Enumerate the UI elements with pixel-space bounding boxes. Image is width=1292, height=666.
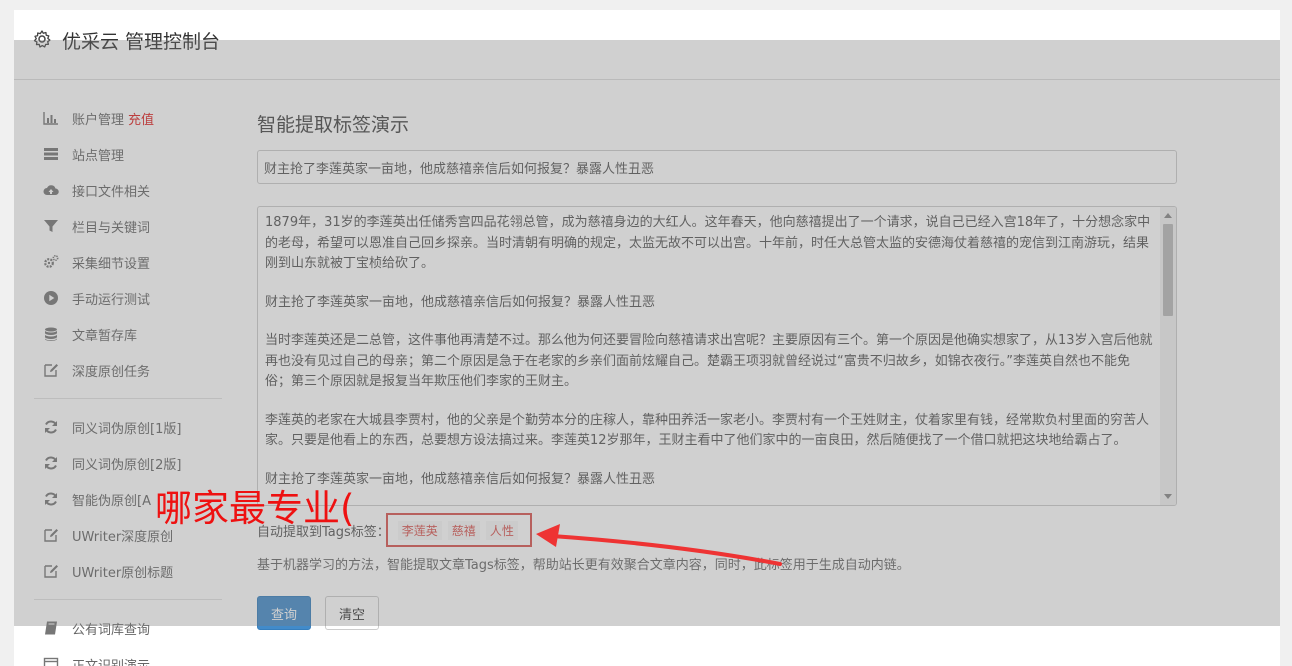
tag-item: 人性 [485, 520, 518, 540]
sidebar-item-label: 同义词伪原创[1版] [72, 421, 182, 437]
gear-icon [33, 30, 51, 48]
article-body-textarea[interactable]: 1879年，31岁的李莲英出任储秀宫四品花翎总管，成为慈禧身边的大红人。这年春天… [257, 206, 1177, 506]
sidebar-item-label: 正文识别演示 [72, 658, 151, 666]
scrollbar-thumb[interactable] [1163, 224, 1173, 316]
scroll-up-arrow-icon[interactable] [1164, 213, 1172, 218]
edit-icon [42, 362, 60, 378]
sidebar-item-label: 栏目与关键词 [72, 220, 151, 236]
sidebar-item-label: 站点管理 [72, 148, 125, 164]
textarea-scrollbar[interactable] [1160, 207, 1176, 505]
sidebar-item[interactable]: 同义词伪原创[2版] [34, 445, 222, 481]
sidebar-item[interactable]: 正文识别演示 [34, 646, 222, 666]
article-paragraph: 财主抢了李莲英家一亩地，他成慈禧亲信后如何报复？暴露人性丑恶 [265, 471, 656, 487]
sidebar-item[interactable]: 深度原创任务 [34, 352, 222, 388]
sidebar-item-label: 文章暂存库 [72, 328, 138, 344]
window-icon [42, 656, 60, 666]
sidebar-item[interactable]: 文章暂存库 [34, 316, 222, 352]
tag-item: 慈禧 [447, 520, 480, 540]
sidebar-item-label: 公有词库查询 [72, 622, 151, 638]
server-icon [42, 146, 60, 162]
article-paragraph: 当时李莲英还是二总管，这件事他再清楚不过。那么他为何还要冒险向慈禧请求出宫呢？主… [265, 333, 1153, 389]
refresh-icon [42, 455, 60, 471]
recharge-link[interactable]: 充值 [128, 109, 154, 128]
header: 优采云 管理控制台 [14, 10, 1280, 80]
annotation-arrow-icon [536, 524, 782, 566]
sidebar-item[interactable]: 公有词库查询 [34, 610, 222, 646]
sidebar-item[interactable]: 接口文件相关 [34, 172, 222, 208]
article-paragraph: 1879年，31岁的李莲英出任储秀宫四品花翎总管，成为慈禧身边的大红人。这年春天… [265, 215, 1151, 271]
sidebar-item-label: 智能伪原创[A [72, 493, 151, 509]
scroll-down-arrow-icon[interactable] [1164, 494, 1172, 499]
sidebar: 账户管理 充值站点管理接口文件相关 栏目与关键词 采集细节设置 手动运行测试 文章暂存库深… [34, 100, 222, 666]
action-buttons: 查询 清空 [257, 596, 1177, 630]
annotation-text: 哪家最专业( [155, 487, 355, 530]
query-button[interactable]: 查询 [257, 596, 311, 630]
book-icon [42, 620, 60, 636]
sidebar-item[interactable]: UWriter原创标题 [34, 553, 222, 589]
refresh-icon [42, 419, 60, 435]
sidebar-group-tools: 公有词库查询正文识别演示 [34, 610, 222, 666]
article-paragraph: 财主抢了李莲英家一亩地，他成慈禧亲信后如何报复？暴露人性丑恶 [265, 294, 656, 310]
sidebar-item-label: 账户管理 [72, 112, 125, 128]
sidebar-group-main: 账户管理 充值站点管理接口文件相关 栏目与关键词 采集细节设置 手动运行测试 文章暂存库深… [34, 100, 222, 388]
database-icon [42, 326, 60, 342]
tag-item: 李莲英 [397, 520, 442, 540]
sidebar-item[interactable]: 栏目与关键词 [34, 208, 222, 244]
sidebar-divider [34, 398, 222, 399]
cogs-icon [42, 254, 60, 270]
sidebar-item-label: UWriter原创标题 [72, 565, 174, 581]
sidebar-item-label: 接口文件相关 [72, 184, 151, 200]
sidebar-item-label: 手动运行测试 [72, 292, 151, 308]
sidebar-divider [34, 599, 222, 600]
sidebar-item-label: 深度原创任务 [72, 364, 151, 380]
page-title: 智能提取标签演示 [257, 114, 410, 136]
article-title-input[interactable] [257, 150, 1177, 184]
sidebar-item[interactable]: 手动运行测试 [34, 280, 222, 316]
refresh-icon [42, 491, 60, 507]
article-body-text: 1879年，31岁的李莲英出任储秀宫四品花翎总管，成为慈禧身边的大红人。这年春天… [258, 207, 1160, 505]
sidebar-item[interactable]: 站点管理 [34, 136, 222, 172]
tags-highlight-box: 李莲英 慈禧 人性 [385, 513, 532, 547]
filter-icon [42, 218, 60, 234]
sidebar-item[interactable]: 账户管理 充值 [34, 100, 222, 136]
app-title: 优采云 管理控制台 [62, 31, 221, 53]
clear-button[interactable]: 清空 [325, 596, 379, 630]
sidebar-item[interactable]: 采集细节设置 [34, 244, 222, 280]
sidebar-item-label: 采集细节设置 [72, 256, 151, 272]
sidebar-item[interactable]: 同义词伪原创[1版] [34, 409, 222, 445]
article-paragraph: 李莲英的老家在大城县李贾村，他的父亲是个勤劳本分的庄稼人，靠种田养活一家老小。李… [265, 412, 1150, 449]
sidebar-item-label: 同义词伪原创[2版] [72, 457, 182, 473]
play-icon [42, 290, 60, 306]
edit-icon [42, 563, 60, 579]
edit-icon [42, 527, 60, 543]
cloud-upload-icon [42, 182, 60, 198]
bar-chart-icon [42, 110, 60, 126]
